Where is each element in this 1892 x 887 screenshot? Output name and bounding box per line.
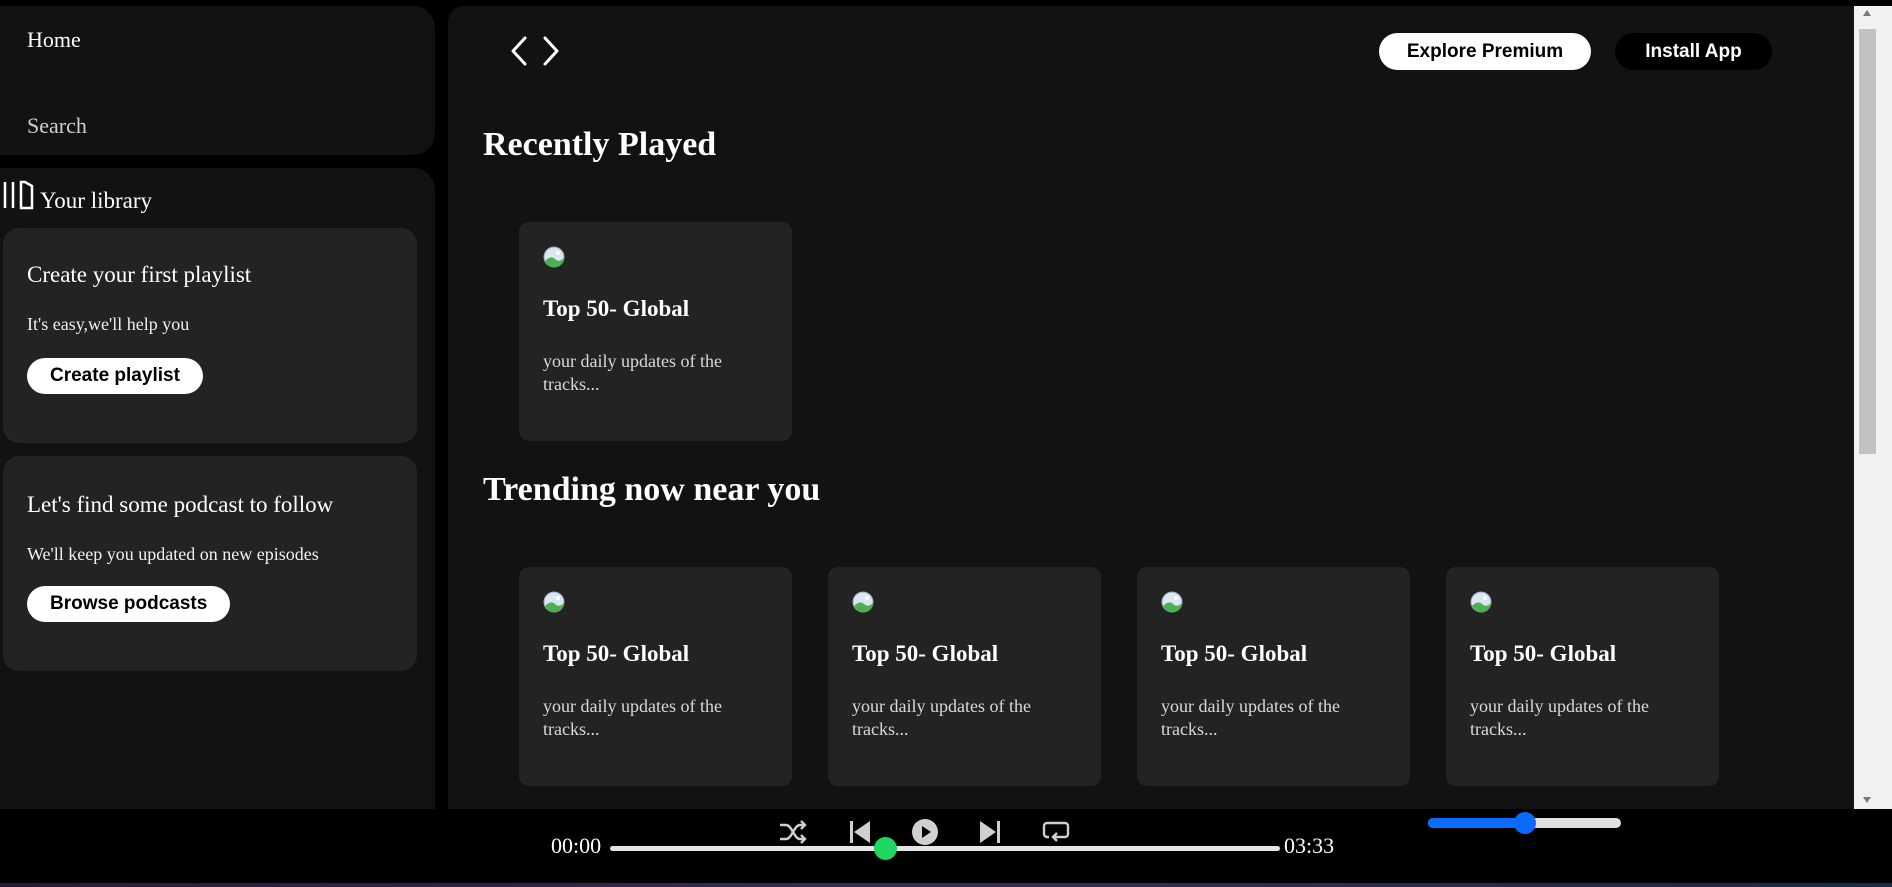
card-title: Top 50- Global	[1161, 641, 1308, 666]
broken-image-icon	[1161, 591, 1183, 613]
card-description: your daily updates of the tracks...	[543, 351, 722, 394]
card-heading: Create your first playlist	[27, 262, 252, 287]
create-playlist-card: Create your first playlist It's easy,we'…	[3, 228, 417, 443]
playlist-card[interactable]: Top 50- Global your daily updates of the…	[828, 567, 1101, 786]
card-title: Top 50- Global	[543, 296, 690, 321]
scroll-up-arrow-icon[interactable]	[1862, 9, 1872, 17]
card-description: your daily updates of the tracks...	[543, 696, 722, 739]
player-bar: 00:00 03:33	[0, 809, 1892, 887]
progress-knob[interactable]	[873, 837, 897, 860]
shuffle-icon[interactable]	[778, 819, 808, 845]
bottom-edge	[0, 883, 1892, 887]
chevron-right-icon[interactable]	[538, 32, 564, 70]
scrollbar-thumb[interactable]	[1859, 29, 1876, 454]
card-heading: Let's find some podcast to follow	[27, 492, 334, 517]
play-icon[interactable]	[911, 818, 939, 846]
install-app-button[interactable]: Install App	[1615, 33, 1772, 70]
total-time: 03:33	[1284, 833, 1335, 858]
library-panel: Your library Create your first playlist …	[0, 168, 435, 813]
scroll-down-arrow-icon[interactable]	[1862, 796, 1872, 804]
browse-podcasts-button[interactable]: Browse podcasts	[27, 586, 231, 622]
next-icon[interactable]	[978, 819, 1002, 845]
card-title: Top 50- Global	[543, 641, 690, 666]
playlist-card[interactable]: Top 50- Global your daily updates of the…	[519, 567, 792, 786]
nav-search-link[interactable]: Search	[27, 113, 87, 139]
repeat-icon[interactable]	[1042, 819, 1070, 845]
broken-image-icon	[852, 591, 874, 613]
card-title: Top 50- Global	[1470, 641, 1617, 666]
card-text: We'll keep you updated on new episodes	[27, 544, 319, 564]
library-header[interactable]: Your library	[2, 180, 152, 213]
sidebar-nav: Home Search	[0, 6, 435, 155]
create-playlist-button[interactable]: Create playlist	[27, 358, 203, 394]
broken-image-icon	[543, 246, 565, 268]
volume-fill	[1428, 818, 1525, 828]
card-description: your daily updates of the tracks...	[852, 696, 1031, 739]
playlist-card[interactable]: Top 50- Global your daily updates of the…	[519, 222, 792, 441]
library-title: Your library	[40, 188, 153, 213]
chevron-left-icon[interactable]	[506, 32, 532, 70]
broken-image-icon	[543, 591, 565, 613]
explore-premium-button[interactable]: Explore Premium	[1379, 33, 1591, 70]
playlist-card[interactable]: Top 50- Global your daily updates of the…	[1137, 567, 1410, 786]
card-description: your daily updates of the tracks...	[1470, 696, 1649, 739]
card-text: It's easy,we'll help you	[27, 314, 190, 334]
progress-bar[interactable]	[610, 837, 1280, 860]
library-icon	[3, 180, 34, 210]
browse-podcasts-card: Let's find some podcast to follow We'll …	[3, 456, 417, 671]
section-title-trending: Trending now near you	[483, 471, 821, 508]
volume-slider[interactable]	[1428, 812, 1621, 834]
card-title: Top 50- Global	[852, 641, 999, 666]
card-description: your daily updates of the tracks...	[1161, 696, 1340, 739]
volume-knob[interactable]	[1513, 812, 1536, 834]
broken-image-icon	[1470, 591, 1492, 613]
previous-icon[interactable]	[848, 819, 872, 845]
current-time: 00:00	[551, 833, 602, 858]
playlist-card[interactable]: Top 50- Global your daily updates of the…	[1446, 567, 1719, 786]
nav-home-link[interactable]: Home	[27, 27, 81, 53]
main-content: Explore Premium Install App Recently Pla…	[448, 6, 1854, 813]
section-title-recently-played: Recently Played	[483, 126, 717, 163]
